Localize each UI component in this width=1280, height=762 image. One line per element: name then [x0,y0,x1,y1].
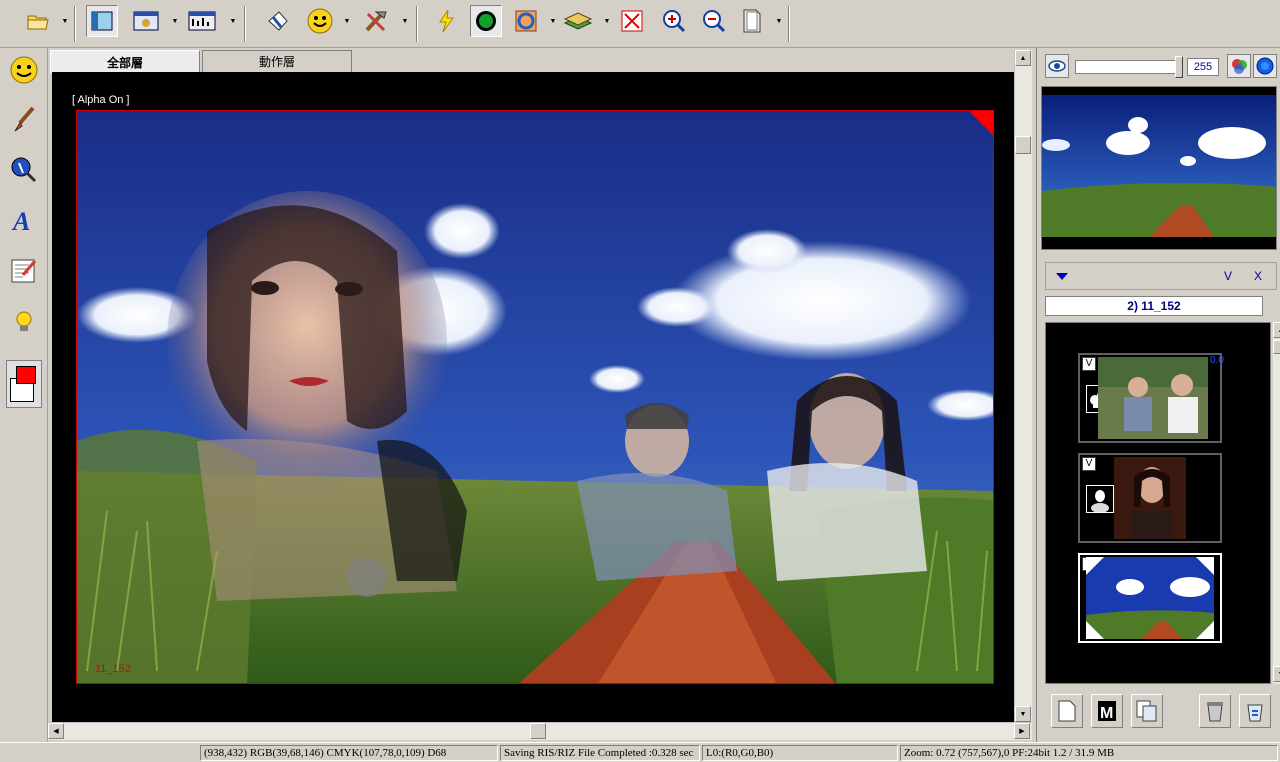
svg-text:A: A [11,207,30,235]
tab-action-layers[interactable]: 動作層 [202,50,352,72]
panel-toggle-icon[interactable] [86,5,118,37]
triangle-down-icon[interactable] [1056,273,1068,280]
chevron-down-icon[interactable]: ▼ [400,5,410,37]
layer-item[interactable]: V 0.0 [1078,353,1224,443]
eye-icon[interactable] [1045,54,1069,78]
opacity-slider-track[interactable] [1075,60,1183,74]
opacity-control: 255 [1045,52,1277,80]
layer-actions: M [1045,692,1277,732]
opacity-slider-thumb[interactable] [1175,56,1183,78]
toolbar-separator [416,6,418,42]
preview-image [1042,95,1276,237]
chevron-down-icon[interactable]: ▼ [228,5,238,37]
levels-icon[interactable] [186,5,218,37]
composite-image[interactable]: 11_152 [76,110,994,684]
light-bulb-icon[interactable] [6,304,42,340]
text-icon[interactable]: A [6,202,42,238]
brush-icon[interactable] [6,102,42,138]
chevron-down-icon[interactable]: ▼ [548,5,558,37]
trash-icon[interactable] [1199,694,1231,728]
blue-circle-icon[interactable] [1253,54,1277,78]
scroll-right-icon[interactable]: ▶ [1014,723,1030,739]
layer-list-scrollbar[interactable]: ▲ ▼ [1273,322,1280,684]
layer-item-selected[interactable]: V [1078,553,1222,643]
chevron-down-icon[interactable]: ▼ [170,5,180,37]
current-layer-name[interactable]: 2) 11_152 [1045,296,1263,316]
layer-thumbnail [1098,357,1208,439]
layer-list-header: V X [1045,262,1277,290]
color-swatch[interactable] [6,360,42,408]
mask-layer-icon[interactable]: M [1091,694,1123,728]
scroll-up-icon[interactable]: ▲ [1015,50,1031,66]
scroll-left-icon[interactable]: ◀ [48,723,64,739]
svg-text:M: M [1100,705,1113,722]
chevron-down-icon[interactable]: ▼ [602,5,612,37]
canvas-vertical-scrollbar[interactable]: ▲ ▼ [1014,50,1032,722]
layer-badge: 0.0 [1210,355,1224,366]
toolbar-separator [244,6,246,42]
alpha-status-label: [ Alpha On ] [72,94,130,106]
tools-icon[interactable] [360,5,392,37]
zoom-out-icon[interactable] [698,5,730,37]
scroll-up-icon[interactable]: ▲ [1273,322,1280,338]
layer-thumbnail [1086,557,1214,639]
layers-stack-icon[interactable] [562,5,594,37]
ring-icon[interactable] [510,5,542,37]
toolbar-separator [788,6,790,42]
fit-window-icon[interactable] [616,5,648,37]
edit-document-icon[interactable] [6,252,42,288]
chevron-down-icon[interactable]: ▼ [60,5,70,37]
layer-list[interactable]: V 0.0 V V [1045,322,1271,684]
chevron-down-icon[interactable]: ▼ [774,5,784,37]
navigator-preview[interactable] [1041,86,1277,250]
smiley-icon[interactable] [6,52,42,88]
canvas-area[interactable]: [ Alpha On ] 11_152 [52,72,1014,722]
layer-visibility-checkbox[interactable]: V [1082,457,1096,471]
select-arrow-icon[interactable] [262,5,294,37]
zoom-in-icon[interactable] [658,5,690,37]
layer-mask-thumbnail [1086,485,1114,513]
status-message: Saving RIS/RIZ File Completed :0.328 sec [500,745,700,761]
layer-color-info: L0:(R0,G0,B0) [702,745,898,761]
chevron-down-icon[interactable]: ▼ [342,5,352,37]
tab-all-layers[interactable]: 全部層 [50,50,200,73]
corner-marker [969,111,993,135]
smiley-icon[interactable] [304,5,336,37]
tool-panel: A [0,48,48,742]
layer-visibility-checkbox[interactable]: V [1082,357,1096,371]
scroll-down-icon[interactable]: ▼ [1273,666,1280,682]
recycle-icon[interactable] [1239,694,1271,728]
foreground-color[interactable] [16,366,36,384]
show-all-button[interactable]: V [1224,269,1232,283]
main-toolbar: ▼ ▼ ▼ ▼ ▼ ▼ ▼ ▼ [0,0,1280,48]
scroll-down-icon[interactable]: ▼ [1015,706,1031,722]
hide-all-button[interactable]: X [1254,269,1262,283]
status-bar: (938,432) RGB(39,68,146) CMYK(107,78,0,1… [0,742,1280,762]
color-mode-icon[interactable] [1227,54,1251,78]
lightning-icon[interactable] [430,5,462,37]
opacity-value[interactable]: 255 [1187,58,1219,76]
new-layer-icon[interactable] [1051,694,1083,728]
layer-item[interactable]: V [1078,453,1222,543]
stamp-icon[interactable] [6,152,42,188]
duplicate-layer-icon[interactable] [1131,694,1163,728]
app-window: ▼ ▼ ▼ ▼ ▼ ▼ ▼ ▼ A 全部層 動作層 [Alpha On] 1… [0,0,1280,762]
photo-composite [77,111,993,683]
circle-icon[interactable] [470,5,502,37]
layer-scroll-thumb[interactable] [1273,340,1280,354]
folder-open-icon[interactable] [22,5,54,37]
layer-panel: 255 V X 2) 11_152 V 0.0 V M [1036,48,1280,742]
image-caption: 11_152 [95,663,131,675]
layer-thumbnail [1114,457,1186,539]
zoom-info: Zoom: 0.72 (757,567),0 PF:24bit 1.2 / 31… [900,745,1278,761]
page-icon[interactable] [736,5,768,37]
canvas-horizontal-scrollbar[interactable]: ◀ ▶ [48,722,1032,740]
cursor-info: (938,432) RGB(39,68,146) CMYK(107,78,0,1… [200,745,498,761]
toolbar-separator [74,6,76,42]
vertical-scroll-thumb[interactable] [1015,136,1031,154]
horizontal-scroll-thumb[interactable] [530,723,546,739]
canvas-size-icon[interactable] [130,5,162,37]
